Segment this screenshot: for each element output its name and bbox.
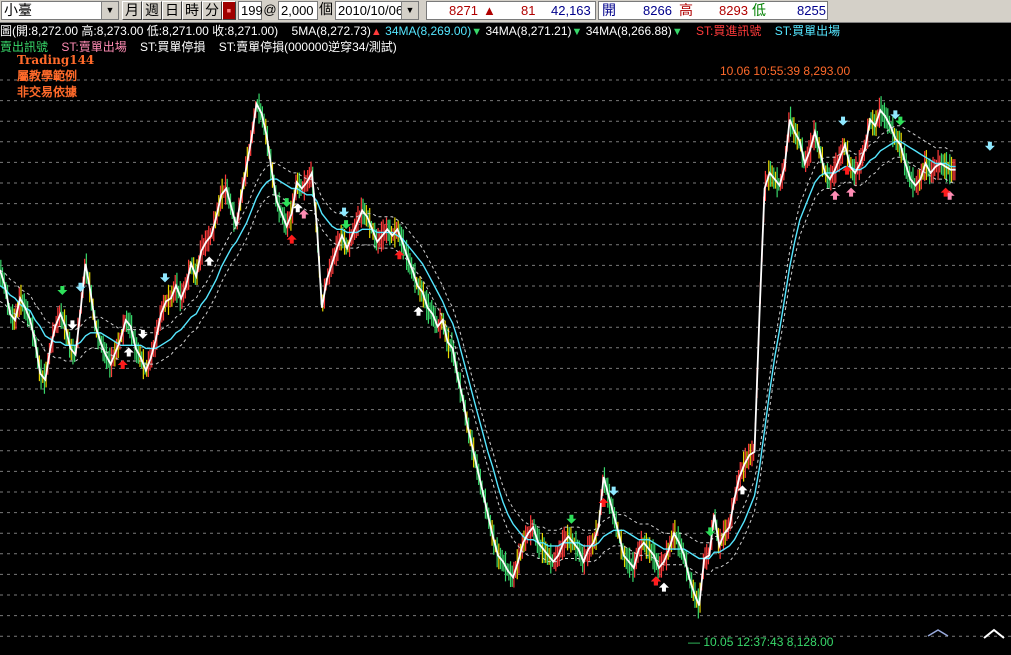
buy-stop-legend: ST:買單停損 <box>140 40 206 54</box>
scroll-up-fast-icon[interactable] <box>983 628 1005 639</box>
high-annotation: 10.06 10:55:39 8,293.00 <box>720 64 850 78</box>
signal-arrow-down-icon <box>566 514 577 524</box>
signal-arrow-up-icon <box>117 360 128 370</box>
signal-arrow-down-icon <box>159 273 170 283</box>
signal-arrow-down-icon <box>895 116 906 126</box>
ma34-cyan-readout: 34MA(8,269.00) <box>385 24 472 38</box>
signal-arrow-down-icon <box>984 141 995 151</box>
signal-arrow-up-icon <box>298 209 309 219</box>
signal-arrow-down-icon <box>57 285 68 295</box>
down-triangle-icon: ▼ <box>471 26 483 38</box>
signal-arrow-down-icon <box>838 116 849 126</box>
signal-arrow-down-icon <box>281 198 292 208</box>
scroll-up-icon[interactable] <box>927 629 949 637</box>
ma5-readout: 5MA(8,272.73) <box>291 24 371 38</box>
buy-signal-legend: ST:買進訊號 <box>696 24 762 38</box>
signal-arrow-down-icon <box>137 329 148 339</box>
low-annotation: — 10.05 12:37:43 8,128.00 <box>688 635 834 649</box>
signal-arrow-down-icon <box>67 320 78 330</box>
indicator-line-1: 圖(開:8,272.00 高:8,273.00 低:8,271.00 收:8,2… <box>0 24 840 39</box>
note-line-1: Trading144 <box>17 53 95 67</box>
signal-arrow-down-icon <box>339 207 350 217</box>
ma34-band-upper-readout: 34MA(8,271.21) <box>485 24 572 38</box>
disclaimer-note: Trading144 屬教學範例 非交易依據 <box>17 52 94 100</box>
up-triangle-icon: ▲ <box>370 26 382 38</box>
signal-arrow-up-icon <box>123 347 134 357</box>
signal-arrow-up-icon <box>846 187 857 197</box>
ma34-band-lower-readout: 34MA(8,266.88) <box>585 24 672 38</box>
signal-arrow-up-icon <box>204 256 215 266</box>
signal-arrow-up-icon <box>658 582 669 592</box>
note-line-2: 屬教學範例 <box>17 69 78 83</box>
price-bars <box>0 93 956 619</box>
ohlc-readout: 圖(開:8,272.00 高:8,273.00 低:8,271.00 收:8,2… <box>0 24 279 38</box>
signal-arrow-down-icon <box>608 486 619 496</box>
price-chart[interactable]: 10.06 10:55:39 8,293.00 — 10.05 12:37:43… <box>0 0 1011 655</box>
signal-arrow-up-icon <box>286 234 297 244</box>
down-triangle-icon: ▼ <box>671 26 683 38</box>
signal-arrow-up-icon <box>829 190 840 200</box>
buy-exit-legend: ST:買單出場 <box>774 24 841 38</box>
down-triangle-icon: ▼ <box>571 26 583 38</box>
sell-stop-legend: ST:賣單停損(000000逆穿34/測試) <box>218 40 397 54</box>
signal-arrow-up-icon <box>413 306 424 316</box>
signal-arrow-up-icon <box>650 576 661 586</box>
note-line-3: 非交易依據 <box>17 85 78 99</box>
